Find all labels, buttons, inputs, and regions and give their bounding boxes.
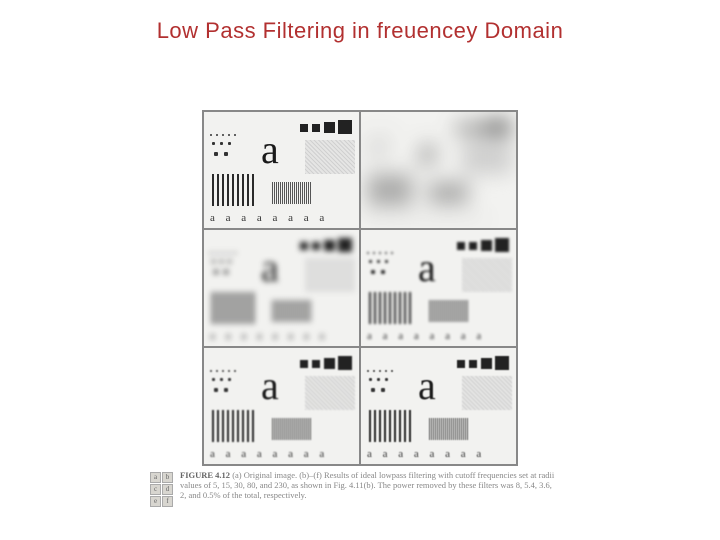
caption-letter-grid: abcdef xyxy=(150,472,173,507)
pattern-big-letter: a xyxy=(418,130,436,170)
caption-text: (a) Original image. (b)–(f) Results of i… xyxy=(180,470,554,500)
pattern-small-letter-row: a a a a a a a a xyxy=(210,330,328,342)
pattern-big-letter: a xyxy=(418,366,436,406)
pattern-small-letter-row: a a a a a a a a xyxy=(210,448,328,460)
pattern-small-letter-row: a a a a a a a a xyxy=(367,212,485,224)
panel-original: a a a a a a a a a xyxy=(203,111,360,229)
caption-grid-cell: a xyxy=(150,472,161,483)
panel-cutoff-15: a a a a a a a a a xyxy=(203,229,360,347)
caption-figure-label: FIGURE 4.12 xyxy=(180,470,230,480)
page-title: Low Pass Filtering in freuencey Domain xyxy=(0,18,720,44)
caption-grid-cell: c xyxy=(150,484,161,495)
panel-cutoff-230: a a a a a a a a a xyxy=(360,347,517,465)
panel-cutoff-80: a a a a a a a a a xyxy=(203,347,360,465)
pattern-big-letter: a xyxy=(418,248,436,288)
pattern-small-letter-row: a a a a a a a a xyxy=(367,330,485,342)
caption-grid-cell: d xyxy=(162,484,173,495)
panel-cutoff-5: a a a a a a a a a xyxy=(360,111,517,229)
pattern-small-letter-row: a a a a a a a a xyxy=(367,448,485,460)
figure-grid: aa a a a a a a aaa a a a a a a aaa a a a… xyxy=(202,110,518,466)
panel-cutoff-30: a a a a a a a a a xyxy=(360,229,517,347)
figure-caption: FIGURE 4.12 (a) Original image. (b)–(f) … xyxy=(180,470,560,501)
caption-grid-cell: f xyxy=(162,496,173,507)
pattern-big-letter: a xyxy=(261,130,279,170)
pattern-big-letter: a xyxy=(261,366,279,406)
pattern-big-letter: a xyxy=(261,248,279,288)
pattern-small-letter-row: a a a a a a a a xyxy=(210,212,328,224)
caption-grid-cell: b xyxy=(162,472,173,483)
caption-grid-cell: e xyxy=(150,496,161,507)
